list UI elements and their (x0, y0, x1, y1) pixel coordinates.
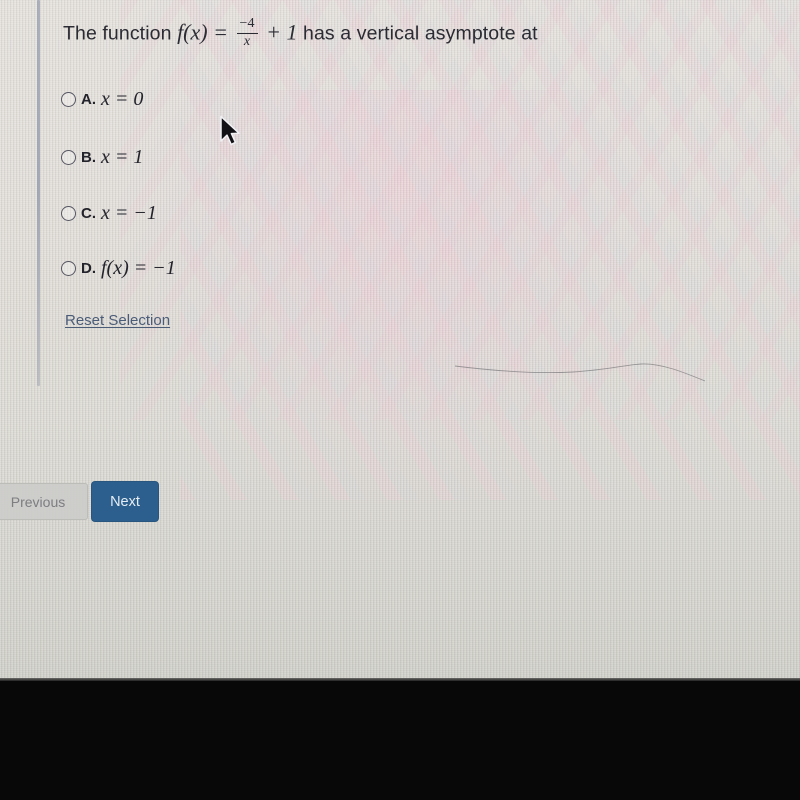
mouse-arrow-pointer-icon (220, 115, 240, 146)
question-plus-one: + 1 (266, 19, 298, 45)
radio-unselected-icon[interactable] (61, 92, 76, 107)
option-a-value: x = 0 (101, 88, 144, 110)
fraction-denominator: x (236, 32, 258, 50)
option-d-letter: D. (81, 260, 96, 277)
fraction-numerator: −4 (239, 16, 255, 31)
radio-unselected-icon[interactable] (61, 150, 76, 165)
quiz-content: The function f(x) = −4 x + 1 has a verti… (0, 0, 800, 681)
radio-unselected-icon[interactable] (61, 206, 76, 221)
reset-selection-link[interactable]: Reset Selection (65, 312, 170, 329)
previous-button[interactable]: Previous (0, 483, 88, 520)
option-a-letter: A. (81, 91, 96, 108)
radio-unselected-icon[interactable] (61, 261, 76, 276)
option-c-value: x = −1 (101, 202, 157, 224)
question-left-rule (37, 0, 40, 386)
option-a[interactable]: A. x = 0 (61, 88, 143, 111)
question-suffix: has a vertical asymptote at (303, 22, 538, 45)
bottom-letterbox (0, 681, 800, 800)
question-function-name: f(x) (177, 19, 208, 45)
option-d-value: f(x) = −1 (101, 257, 176, 279)
screenshot-root: The function f(x) = −4 x + 1 has a verti… (0, 0, 800, 800)
question-equals: = (213, 19, 228, 45)
question-text: The function f(x) = −4 x + 1 has a verti… (63, 16, 538, 50)
question-prefix: The function (63, 22, 172, 45)
option-b-value: x = 1 (101, 146, 144, 168)
next-button[interactable]: Next (91, 481, 159, 522)
option-b-letter: B. (81, 149, 96, 166)
option-c-letter: C. (81, 205, 96, 222)
question-fraction: −4 x (236, 16, 258, 50)
option-c[interactable]: C. x = −1 (61, 202, 157, 225)
option-b[interactable]: B. x = 1 (61, 146, 143, 169)
option-d[interactable]: D. f(x) = −1 (61, 257, 176, 280)
